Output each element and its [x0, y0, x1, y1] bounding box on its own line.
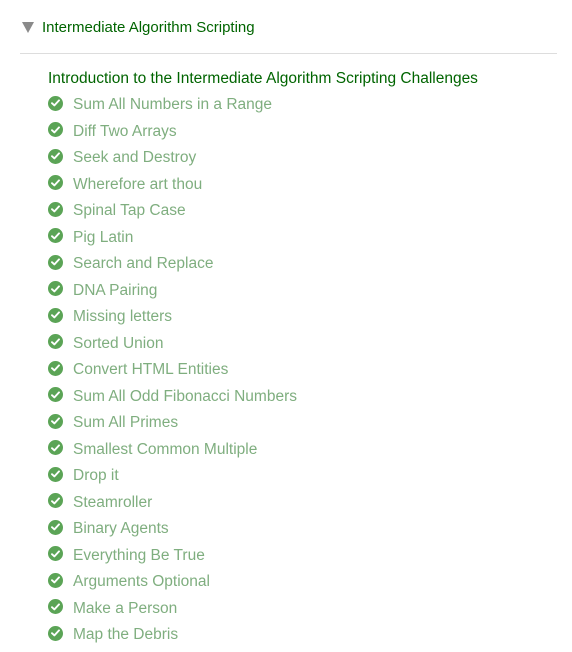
check-circle-icon — [48, 254, 63, 270]
challenge-item[interactable]: Sorted Union — [48, 331, 562, 358]
check-circle-icon — [48, 546, 63, 562]
check-circle-icon — [48, 334, 63, 350]
challenge-label[interactable]: Sum All Numbers in a Range — [73, 96, 272, 114]
check-circle-icon — [48, 387, 63, 403]
challenge-label[interactable]: Search and Replace — [73, 255, 213, 273]
challenge-block: Introduction to the Intermediate Algorit… — [48, 66, 562, 649]
check-circle-icon — [48, 281, 63, 297]
challenge-label[interactable]: Pig Latin — [73, 229, 133, 247]
challenge-label[interactable]: Steamroller — [73, 494, 152, 512]
check-circle-icon — [48, 519, 63, 535]
challenge-item[interactable]: Seek and Destroy — [48, 145, 562, 172]
challenge-item[interactable]: Missing letters — [48, 304, 562, 331]
challenge-item[interactable]: Pig Latin — [48, 225, 562, 252]
challenge-label[interactable]: Drop it — [73, 467, 119, 485]
challenge-item[interactable]: Make a Person — [48, 596, 562, 623]
challenge-item[interactable]: Map the Debris — [48, 622, 562, 649]
section-header[interactable]: Intermediate Algorithm Scripting — [20, 14, 255, 40]
section-divider — [20, 53, 557, 54]
challenge-item[interactable]: Sum All Primes — [48, 410, 562, 437]
check-circle-icon — [48, 466, 63, 482]
challenge-label[interactable]: Sum All Primes — [73, 414, 178, 432]
challenge-item[interactable]: Search and Replace — [48, 251, 562, 278]
challenge-item[interactable]: Smallest Common Multiple — [48, 437, 562, 464]
challenge-label[interactable]: Seek and Destroy — [73, 149, 196, 167]
check-circle-icon — [48, 148, 63, 164]
challenge-item[interactable]: Convert HTML Entities — [48, 357, 562, 384]
challenge-label[interactable]: Binary Agents — [73, 520, 169, 538]
challenge-label[interactable]: Wherefore art thou — [73, 176, 202, 194]
challenge-item[interactable]: DNA Pairing — [48, 278, 562, 305]
challenge-label[interactable]: Diff Two Arrays — [73, 123, 177, 141]
check-circle-icon — [48, 175, 63, 191]
challenge-label[interactable]: Everything Be True — [73, 547, 205, 565]
caret-down-icon[interactable] — [22, 21, 34, 33]
check-circle-icon — [48, 122, 63, 138]
check-circle-icon — [48, 493, 63, 509]
challenge-item[interactable]: Everything Be True — [48, 543, 562, 570]
challenge-item[interactable]: Arguments Optional — [48, 569, 562, 596]
challenge-item[interactable]: Wherefore art thou — [48, 172, 562, 199]
check-circle-icon — [48, 95, 63, 111]
challenge-item[interactable]: Drop it — [48, 463, 562, 490]
check-circle-icon — [48, 307, 63, 323]
check-circle-icon — [48, 360, 63, 376]
check-circle-icon — [48, 413, 63, 429]
challenge-item[interactable]: Spinal Tap Case — [48, 198, 562, 225]
challenge-label[interactable]: DNA Pairing — [73, 282, 157, 300]
challenge-label[interactable]: Sorted Union — [73, 335, 163, 353]
check-circle-icon — [48, 228, 63, 244]
check-circle-icon — [48, 599, 63, 615]
challenge-item[interactable]: Binary Agents — [48, 516, 562, 543]
challenge-label[interactable]: Missing letters — [73, 308, 172, 326]
challenge-item[interactable]: Steamroller — [48, 490, 562, 517]
section-title[interactable]: Intermediate Algorithm Scripting — [42, 19, 255, 36]
challenge-label[interactable]: Smallest Common Multiple — [73, 441, 257, 459]
intro-link[interactable]: Introduction to the Intermediate Algorit… — [48, 66, 562, 92]
challenge-item[interactable]: Diff Two Arrays — [48, 119, 562, 146]
check-circle-icon — [48, 625, 63, 641]
challenge-label[interactable]: Convert HTML Entities — [73, 361, 228, 379]
check-circle-icon — [48, 201, 63, 217]
challenge-list: Sum All Numbers in a Range Diff Two Array… — [48, 92, 562, 649]
challenge-label[interactable]: Make a Person — [73, 600, 177, 618]
check-circle-icon — [48, 440, 63, 456]
check-circle-icon — [48, 572, 63, 588]
challenge-label[interactable]: Sum All Odd Fibonacci Numbers — [73, 388, 297, 406]
challenge-item[interactable]: Sum All Numbers in a Range — [48, 92, 562, 119]
challenge-label[interactable]: Arguments Optional — [73, 573, 210, 591]
challenge-item[interactable]: Sum All Odd Fibonacci Numbers — [48, 384, 562, 411]
challenge-label[interactable]: Spinal Tap Case — [73, 202, 186, 220]
challenge-label[interactable]: Map the Debris — [73, 626, 178, 644]
